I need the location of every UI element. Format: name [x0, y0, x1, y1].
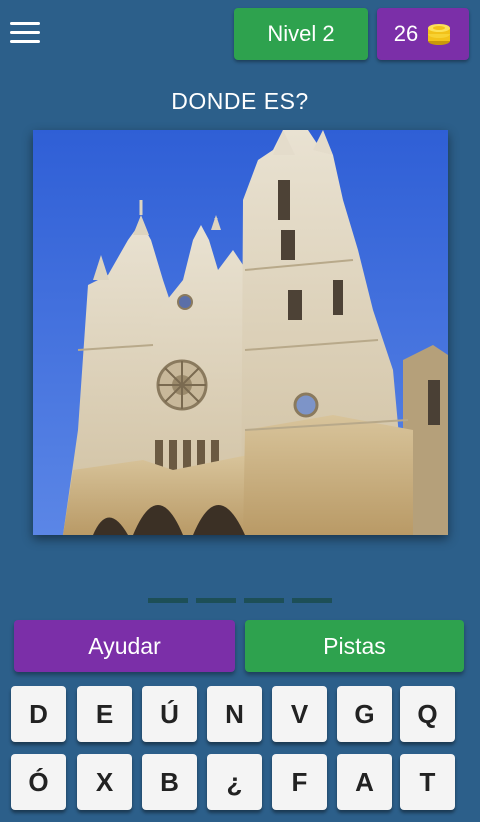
- letter-key[interactable]: E: [77, 686, 132, 742]
- answer-slot[interactable]: [292, 598, 332, 603]
- letter-key[interactable]: B: [142, 754, 197, 810]
- coins-count: 26: [393, 21, 419, 46]
- question-title: DONDE ES?: [171, 88, 309, 114]
- letter-key[interactable]: A: [337, 754, 392, 810]
- letter-key[interactable]: N: [207, 686, 262, 742]
- help-button[interactable]: Ayudar: [14, 620, 235, 672]
- letter-key[interactable]: X: [77, 754, 132, 810]
- letter-key[interactable]: Ú: [142, 686, 197, 742]
- answer-slot[interactable]: [244, 598, 284, 603]
- letter-key[interactable]: Ó: [11, 754, 66, 810]
- coin-stack-icon: [428, 24, 451, 45]
- hints-button-label: Pistas: [323, 632, 386, 659]
- cathedral-photo: [33, 130, 448, 535]
- answer-slot[interactable]: [148, 598, 188, 603]
- letter-key[interactable]: D: [11, 686, 66, 742]
- letter-key[interactable]: ¿: [207, 754, 262, 810]
- help-button-label: Ayudar: [88, 632, 161, 659]
- cathedral-image: [33, 130, 448, 535]
- letter-key[interactable]: G: [337, 686, 392, 742]
- coins-badge[interactable]: 26: [377, 8, 469, 60]
- letter-key[interactable]: Q: [400, 686, 455, 742]
- level-badge: Nivel 2: [234, 8, 368, 60]
- hints-button[interactable]: Pistas: [245, 620, 464, 672]
- answer-slots: [148, 598, 332, 603]
- letter-key[interactable]: V: [272, 686, 327, 742]
- letter-key[interactable]: F: [272, 754, 327, 810]
- hamburger-menu-icon[interactable]: [10, 22, 40, 46]
- answer-slot[interactable]: [196, 598, 236, 603]
- letter-key[interactable]: T: [400, 754, 455, 810]
- level-label: Nivel 2: [267, 21, 335, 46]
